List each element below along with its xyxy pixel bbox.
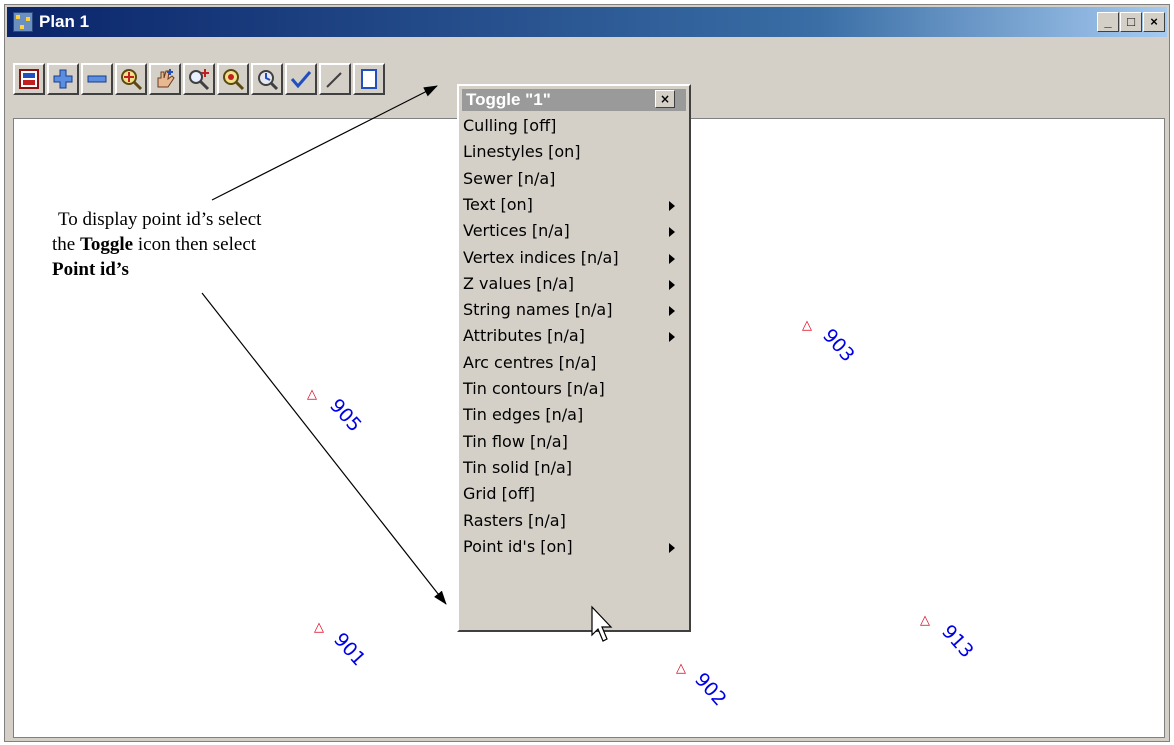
arrow-to-point-ids-item <box>201 292 447 605</box>
annotation-arrows <box>201 85 447 605</box>
arrow-to-toggle-icon <box>211 85 438 201</box>
mouse-cursor-icon <box>591 605 613 642</box>
